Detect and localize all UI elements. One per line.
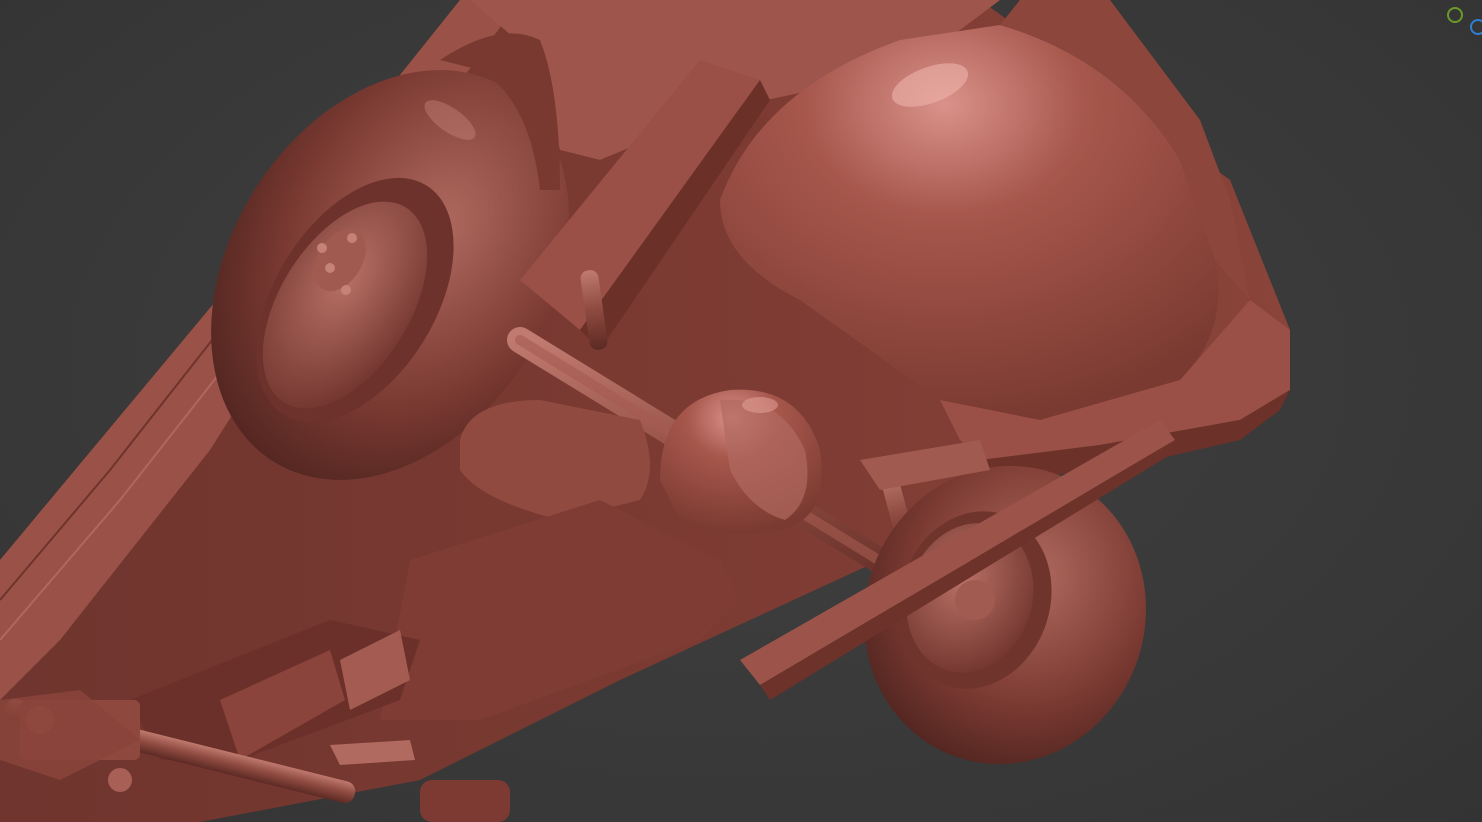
- 3d-viewport[interactable]: [0, 0, 1482, 822]
- car-underside-model: [0, 0, 1290, 822]
- navigation-gizmo-icon[interactable]: [1442, 0, 1482, 40]
- z-axis-icon[interactable]: [1470, 19, 1482, 35]
- y-axis-icon[interactable]: [1447, 7, 1463, 23]
